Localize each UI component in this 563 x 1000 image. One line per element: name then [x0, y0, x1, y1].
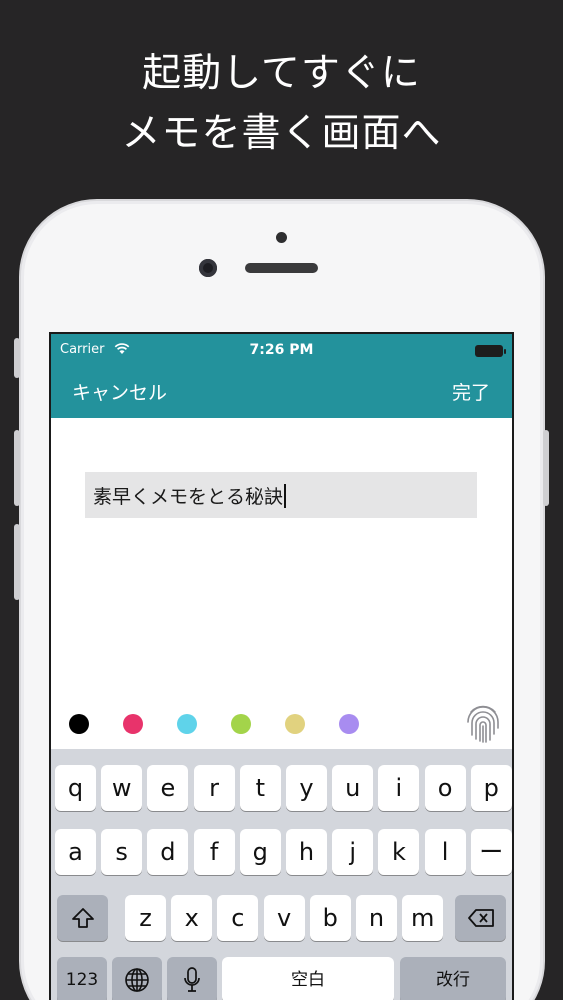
key-r1-1[interactable]: w	[101, 765, 143, 811]
backspace-key[interactable]	[455, 895, 506, 941]
battery-icon	[475, 345, 506, 357]
key-r1-8[interactable]: o	[424, 765, 466, 811]
key-r3-4[interactable]: b	[309, 895, 351, 941]
headline-line-2: メモを書く画面へ	[121, 111, 442, 156]
text-caret	[284, 484, 287, 508]
mute-switch	[14, 338, 20, 378]
memo-text: 素早くメモをとる秘訣	[93, 486, 284, 508]
earpiece-speaker	[245, 263, 318, 273]
navigation-bar: Carrier 7:26 PM キャンセル 完了	[51, 334, 512, 418]
key-r2-4[interactable]: g	[239, 829, 281, 875]
power-button	[543, 430, 549, 506]
front-camera	[199, 259, 217, 277]
key-r3-3[interactable]: v	[263, 895, 305, 941]
key-r1-4[interactable]: t	[239, 765, 281, 811]
key-r1-5[interactable]: y	[286, 765, 327, 811]
key-r2-8[interactable]: l	[424, 829, 466, 875]
volume-up-button	[14, 430, 20, 506]
color-swatch-black[interactable]	[69, 714, 89, 734]
microphone-key[interactable]	[167, 957, 217, 1000]
headline-line-1: 起動してすぐに	[142, 51, 421, 96]
color-swatch-cyan[interactable]	[177, 714, 197, 734]
key-r1-7[interactable]: i	[378, 765, 420, 811]
key-r1-0[interactable]: q	[55, 765, 96, 811]
key-r1-3[interactable]: r	[193, 765, 235, 811]
shift-key[interactable]	[57, 895, 108, 941]
key-r3-0[interactable]: z	[125, 895, 166, 941]
proximity-sensor	[276, 232, 287, 243]
volume-down-button	[14, 524, 20, 600]
key-r2-9[interactable]: ー	[470, 829, 512, 875]
cancel-button[interactable]: キャンセル	[72, 378, 167, 405]
key-r2-7[interactable]: k	[378, 829, 420, 875]
key-r2-0[interactable]: a	[55, 829, 96, 875]
phone-screen: Carrier 7:26 PM キャンセル 完了 素早くメモをとる秘訣 q w …	[49, 332, 514, 1000]
key-r1-6[interactable]: u	[332, 765, 374, 811]
fingerprint-icon[interactable]	[463, 702, 503, 744]
key-r2-3[interactable]: f	[193, 829, 235, 875]
key-r1-2[interactable]: e	[147, 765, 189, 811]
color-swatch-yellow[interactable]	[285, 714, 305, 734]
color-swatch-pink[interactable]	[123, 714, 143, 734]
space-key[interactable]: 空白	[222, 957, 394, 1000]
shift-icon	[71, 908, 94, 928]
memo-text-field[interactable]: 素早くメモをとる秘訣	[85, 472, 477, 518]
return-key[interactable]: 改行	[400, 957, 506, 1000]
globe-key[interactable]	[112, 957, 162, 1000]
key-r3-2[interactable]: c	[217, 895, 259, 941]
key-r3-6[interactable]: m	[402, 895, 444, 941]
key-r3-5[interactable]: n	[356, 895, 397, 941]
keyboard: qwertyuiop asdfghjklー zxcvbnm 123 空白 改行	[51, 749, 512, 1000]
color-swatch-purple[interactable]	[339, 714, 359, 734]
key-r2-6[interactable]: j	[332, 829, 374, 875]
backspace-icon	[467, 909, 494, 927]
status-time: 7:26 PM	[249, 342, 314, 358]
key-r3-1[interactable]: x	[171, 895, 213, 941]
numbers-key[interactable]: 123	[57, 957, 107, 1000]
globe-icon	[125, 968, 149, 992]
done-button[interactable]: 完了	[452, 378, 490, 405]
key-r1-9[interactable]: p	[470, 765, 512, 811]
color-swatch-green[interactable]	[231, 714, 251, 734]
key-r2-5[interactable]: h	[286, 829, 327, 875]
microphone-icon	[184, 967, 200, 992]
key-r2-2[interactable]: d	[147, 829, 189, 875]
key-r2-1[interactable]: s	[101, 829, 143, 875]
status-bar: Carrier 7:26 PM	[51, 340, 512, 362]
